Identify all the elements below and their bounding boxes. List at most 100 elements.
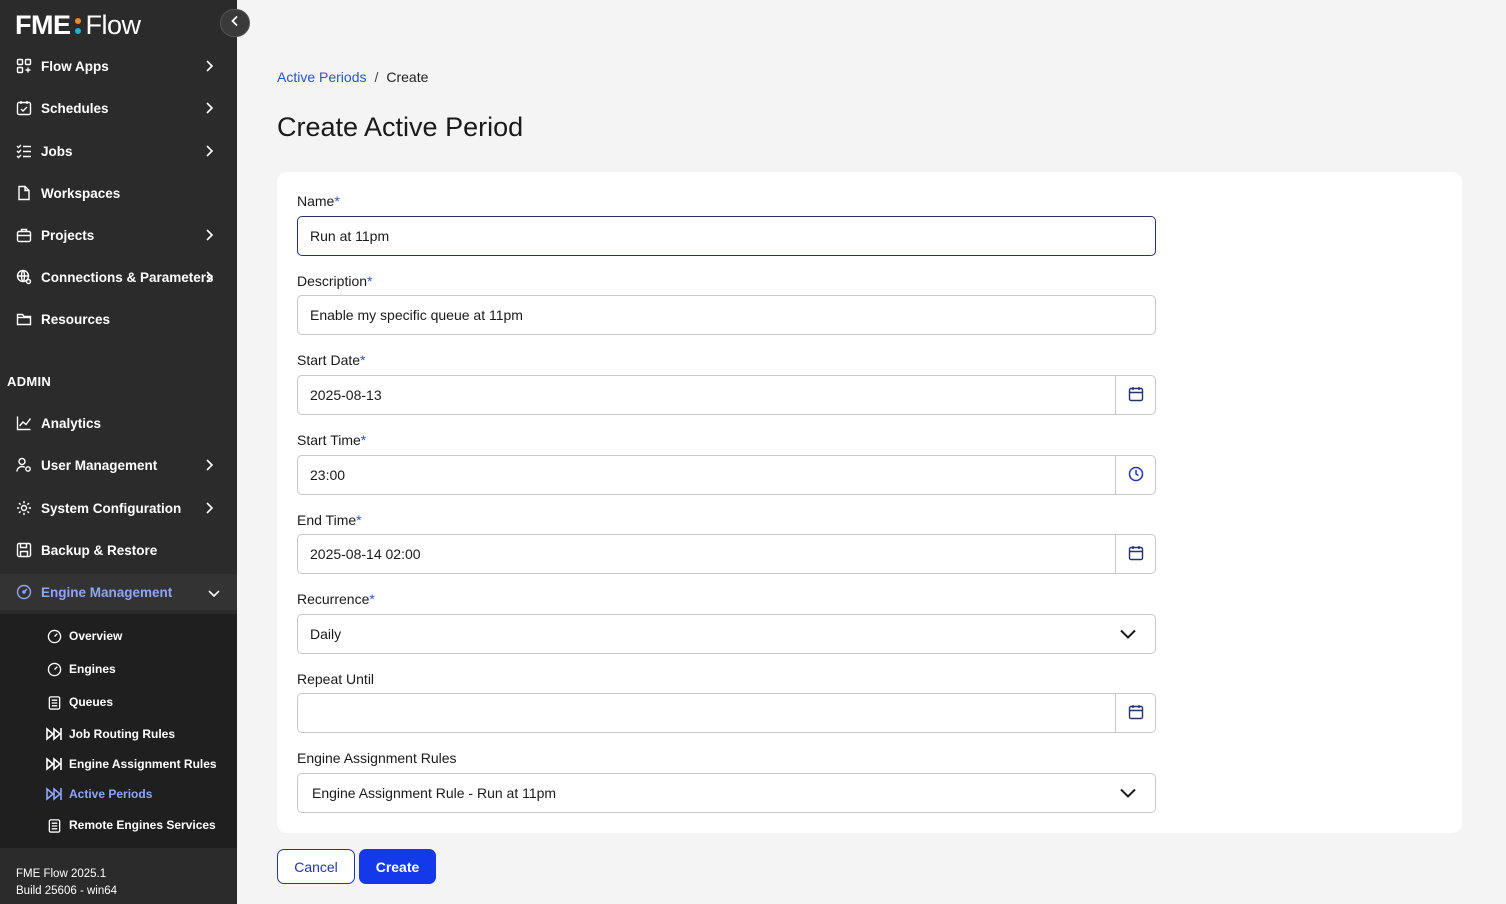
repeat-until-picker-button[interactable] bbox=[1115, 694, 1155, 732]
start-time-picker-button[interactable] bbox=[1115, 456, 1155, 494]
sidebar-item-label: Resources bbox=[41, 311, 111, 327]
cancel-button[interactable]: Cancel bbox=[277, 849, 355, 884]
calendar-icon bbox=[1128, 386, 1144, 405]
chevron-right-icon bbox=[204, 501, 214, 518]
sidebar-item-engine-management[interactable]: Engine Management bbox=[0, 574, 237, 610]
chevron-right-icon bbox=[204, 228, 214, 245]
calendar-icon bbox=[1128, 704, 1144, 723]
start-time-input[interactable]: 23:00 bbox=[297, 455, 1156, 495]
sidebar-item-label: Projects bbox=[41, 227, 95, 243]
collapse-sidebar-button[interactable] bbox=[220, 9, 250, 37]
sidebar-subitem-job-routing-rules[interactable]: Job Routing Rules bbox=[46, 722, 175, 746]
clipboard-icon bbox=[46, 694, 62, 710]
route-icon bbox=[46, 756, 62, 772]
sidebar-item-flow-apps[interactable]: Flow Apps bbox=[0, 48, 237, 84]
engine-assignment-rules-value: Engine Assignment Rule - Run at 11pm bbox=[312, 785, 557, 801]
calendar-icon bbox=[1128, 545, 1144, 564]
end-time-picker-button[interactable] bbox=[1115, 535, 1155, 573]
list-check-icon bbox=[15, 142, 33, 160]
breadcrumb: Active Periods / Create bbox=[277, 69, 428, 85]
recurrence-select[interactable]: Daily bbox=[297, 614, 1156, 654]
version-info: FME Flow 2025.1 Build 25606 - win64 bbox=[16, 866, 117, 900]
sidebar-item-user-management[interactable]: User Management bbox=[0, 447, 237, 483]
sidebar-item-connections-parameters[interactable]: Connections & Parameters bbox=[0, 259, 237, 295]
folder-icon bbox=[15, 310, 33, 328]
calendar-check-icon bbox=[15, 99, 33, 117]
sidebar-item-label: Connections & Parameters bbox=[41, 269, 214, 285]
subitem-label: Job Routing Rules bbox=[69, 727, 175, 741]
start-time-value: 23:00 bbox=[310, 467, 346, 483]
end-time-value: 2025-08-14 02:00 bbox=[310, 546, 421, 562]
subitem-label: Engines bbox=[69, 662, 116, 676]
subitem-label: Active Periods bbox=[69, 787, 153, 801]
sidebar-item-workspaces[interactable]: Workspaces bbox=[0, 175, 237, 211]
chevron-right-icon bbox=[204, 101, 214, 118]
start-date-value: 2025-08-13 bbox=[310, 387, 382, 403]
start-date-picker-button[interactable] bbox=[1115, 376, 1155, 414]
sidebar-item-label: Flow Apps bbox=[41, 58, 109, 74]
description-input[interactable]: Enable my specific queue at 11pm bbox=[297, 295, 1156, 335]
sidebar-subitem-queues[interactable]: Queues bbox=[46, 690, 113, 714]
build-label: Build 25606 - win64 bbox=[16, 885, 118, 897]
chevron-down-icon bbox=[1119, 785, 1137, 804]
end-time-input[interactable]: 2025-08-14 02:00 bbox=[297, 534, 1156, 574]
sidebar-item-label: Schedules bbox=[41, 100, 109, 116]
description-value: Enable my specific queue at 11pm bbox=[310, 307, 523, 323]
chevron-left-icon bbox=[230, 14, 240, 32]
gauge-icon bbox=[46, 628, 62, 644]
gauge-icon bbox=[15, 583, 33, 601]
clock-icon bbox=[1128, 466, 1144, 485]
chevron-down-icon bbox=[1119, 626, 1137, 645]
user-gear-icon bbox=[15, 456, 33, 474]
breadcrumb-link-active-periods[interactable]: Active Periods bbox=[277, 69, 366, 85]
create-button[interactable]: Create bbox=[359, 849, 436, 884]
name-label: Name* bbox=[297, 193, 340, 209]
sidebar-item-label: Engine Management bbox=[41, 584, 173, 600]
sidebar-item-analytics[interactable]: Analytics bbox=[0, 405, 237, 441]
file-icon bbox=[15, 184, 33, 202]
gear-icon bbox=[15, 499, 33, 517]
sidebar-item-schedules[interactable]: Schedules bbox=[0, 90, 237, 126]
sidebar-subitem-active-periods[interactable]: Active Periods bbox=[46, 782, 152, 806]
end-time-label: End Time* bbox=[297, 512, 362, 528]
sidebar-item-label: System Configuration bbox=[41, 500, 182, 516]
chevron-right-icon bbox=[204, 59, 214, 76]
gauge-icon bbox=[46, 661, 62, 677]
recurrence-value: Daily bbox=[310, 626, 342, 642]
clipboard-icon bbox=[46, 817, 62, 833]
start-date-input[interactable]: 2025-08-13 bbox=[297, 375, 1156, 415]
sidebar-item-projects[interactable]: Projects bbox=[0, 217, 237, 253]
engine-management-submenu: Overview Engines Queues Job Routing Rule… bbox=[0, 614, 237, 848]
chevron-right-icon bbox=[204, 270, 214, 287]
route-icon bbox=[46, 726, 62, 742]
description-label: Description* bbox=[297, 273, 373, 289]
sidebar-item-backup-restore[interactable]: Backup & Restore bbox=[0, 532, 237, 568]
subitem-label: Overview bbox=[69, 629, 123, 643]
engine-assignment-rules-select[interactable]: Engine Assignment Rule - Run at 11pm bbox=[297, 773, 1156, 813]
sidebar: FME Flow Flow Apps Schedules Jobs Worksp… bbox=[0, 0, 237, 904]
sidebar-subitem-overview[interactable]: Overview bbox=[46, 624, 122, 648]
name-value: Run at 11pm bbox=[310, 228, 390, 244]
breadcrumb-current: Create bbox=[386, 69, 429, 85]
repeat-until-input[interactable] bbox=[297, 693, 1156, 733]
subitem-label: Engine Assignment Rules bbox=[69, 757, 217, 771]
save-icon bbox=[15, 541, 33, 559]
sidebar-subitem-remote-engines-services[interactable]: Remote Engines Services bbox=[46, 813, 216, 837]
name-input[interactable]: Run at 11pm bbox=[297, 216, 1156, 256]
chevron-right-icon bbox=[204, 458, 214, 475]
sidebar-subitem-engine-assignment-rules[interactable]: Engine Assignment Rules bbox=[46, 752, 217, 776]
fme-flow-logo[interactable]: FME Flow bbox=[15, 10, 141, 41]
briefcase-icon bbox=[15, 226, 33, 244]
chevron-down-icon bbox=[207, 587, 221, 602]
sidebar-item-system-configuration[interactable]: System Configuration bbox=[0, 490, 237, 526]
repeat-until-label: Repeat Until bbox=[297, 671, 375, 687]
sidebar-subitem-engines[interactable]: Engines bbox=[46, 657, 116, 681]
version-label: FME Flow 2025.1 bbox=[16, 868, 107, 880]
logo-text-fme: FME bbox=[15, 10, 71, 40]
chevron-right-icon bbox=[204, 144, 214, 161]
route-icon bbox=[46, 786, 62, 802]
sidebar-item-jobs[interactable]: Jobs bbox=[0, 133, 237, 169]
sidebar-item-label: Jobs bbox=[41, 143, 73, 159]
grid-icon bbox=[15, 57, 33, 75]
sidebar-item-resources[interactable]: Resources bbox=[0, 301, 237, 337]
